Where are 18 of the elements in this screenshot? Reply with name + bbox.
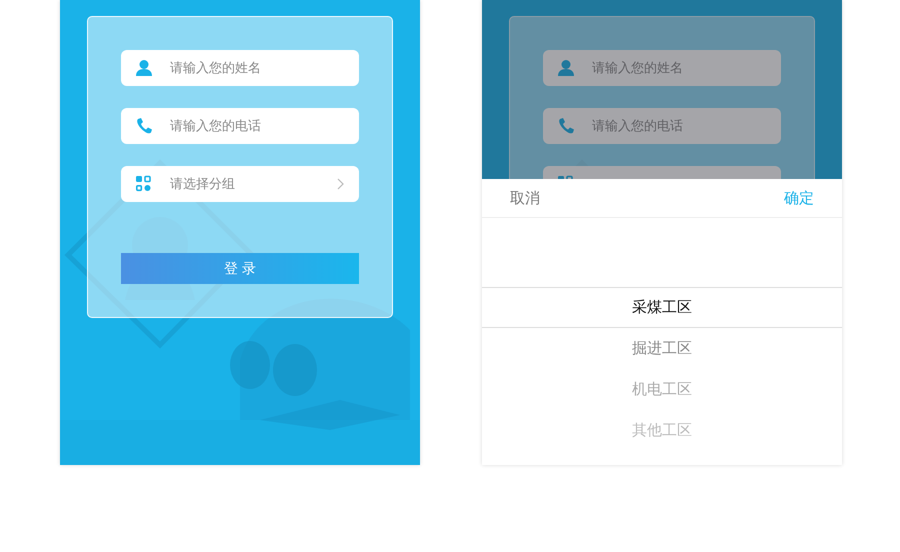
input-field[interactable]: 请输入您的姓名 xyxy=(121,50,359,86)
phone-icon xyxy=(135,117,153,135)
picker-option[interactable]: 采煤工区 xyxy=(482,287,842,328)
grid-icon xyxy=(135,175,153,193)
confirm-button[interactable]: 确定 xyxy=(784,188,814,208)
input-field[interactable]: 请输入您的电话 xyxy=(543,108,781,144)
person-icon xyxy=(557,59,575,77)
person-icon xyxy=(135,59,153,77)
picker-option[interactable]: 机电工区 xyxy=(482,369,842,410)
input-field[interactable]: 请输入您的姓名 xyxy=(543,50,781,86)
picker-option[interactable]: 其他工区 xyxy=(482,410,842,451)
picker-option[interactable]: 掘进工区 xyxy=(482,328,842,369)
chevron-icon xyxy=(337,178,345,190)
cancel-button[interactable]: 取消 xyxy=(510,188,540,208)
login-button[interactable]: 登 录 xyxy=(121,253,359,284)
input-field[interactable]: 请选择分组 xyxy=(121,166,359,202)
input-field[interactable]: 请输入您的电话 xyxy=(121,108,359,144)
phone-icon xyxy=(557,117,575,135)
